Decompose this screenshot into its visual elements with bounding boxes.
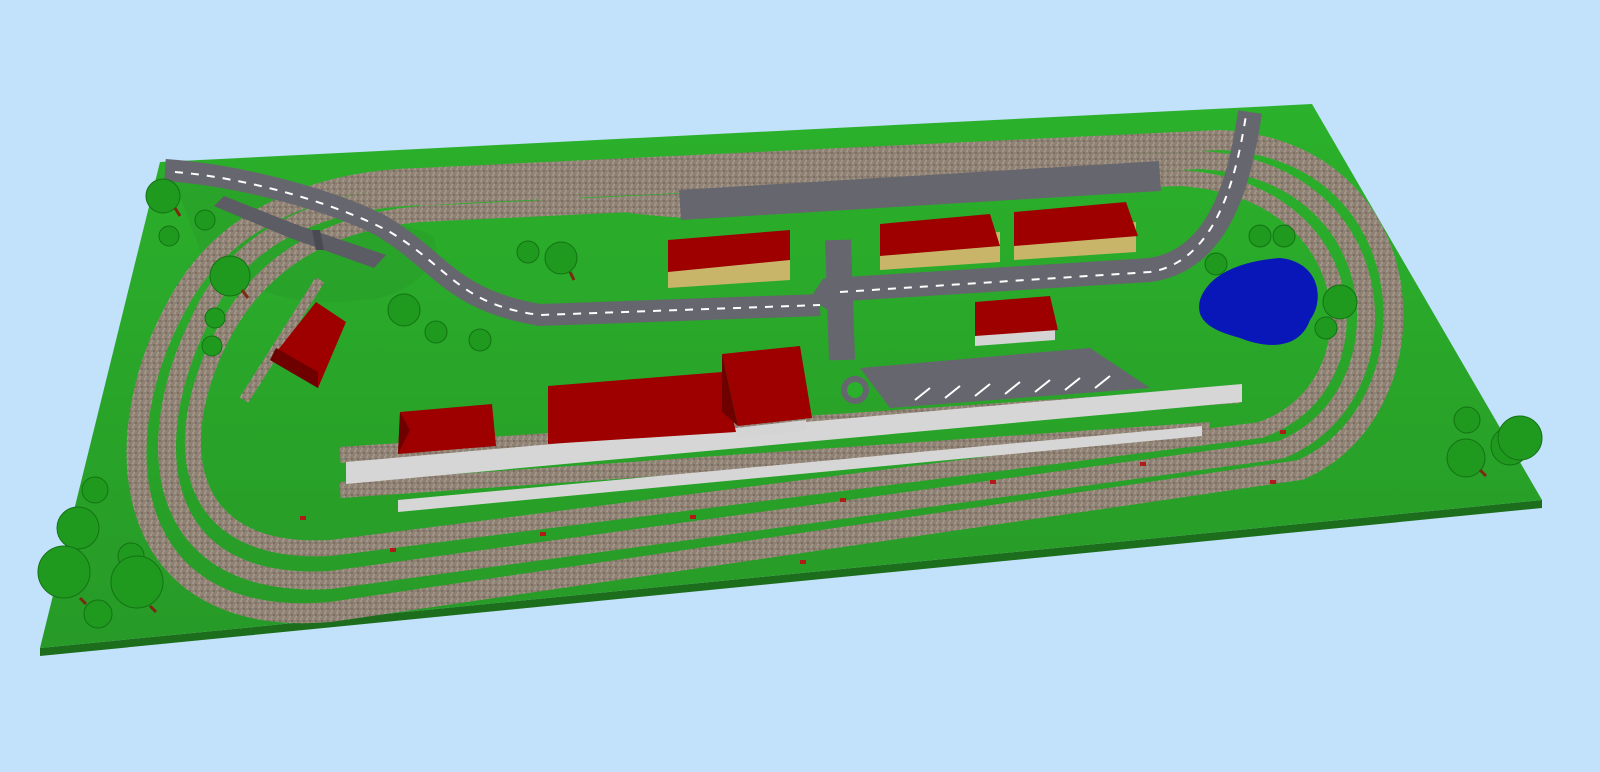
- station-annex: [398, 404, 496, 454]
- building-yard-1: [668, 230, 790, 288]
- building-yard-2: [880, 214, 1000, 270]
- layout-3d-viewport[interactable]: [0, 0, 1600, 772]
- building-small: [975, 296, 1058, 346]
- model-railway-scene[interactable]: [0, 0, 1600, 772]
- roundabout-island: [847, 382, 863, 398]
- building-yard-3: [1014, 202, 1138, 260]
- road-junction: [825, 239, 855, 361]
